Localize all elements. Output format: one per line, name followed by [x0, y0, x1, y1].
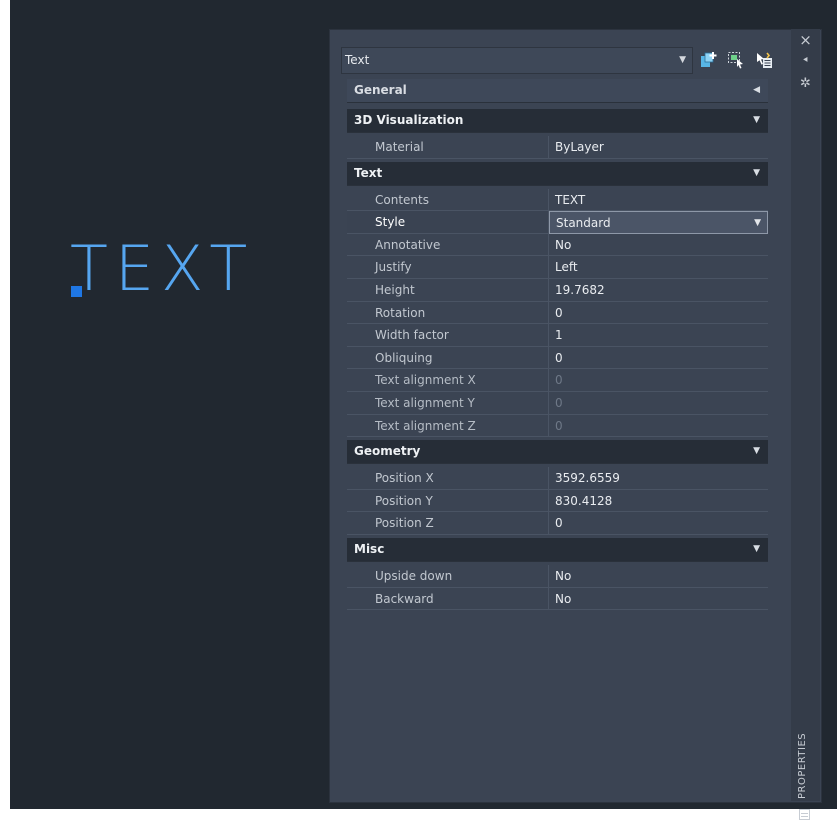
category-text[interactable]: Text ▼	[347, 161, 768, 186]
style-select[interactable]: Standard ▼	[549, 211, 768, 234]
category-label: Geometry	[354, 444, 421, 459]
chevron-down-icon: ▼	[679, 55, 686, 65]
prop-name: Contents	[347, 188, 549, 212]
category-label: Misc	[354, 541, 385, 556]
prop-value[interactable]: 0	[549, 512, 768, 535]
category-label: Text	[354, 165, 383, 180]
prop-value[interactable]: No	[549, 234, 768, 257]
prop-position-x[interactable]: Position X 3592.6559	[347, 467, 768, 490]
prop-position-z[interactable]: Position Z 0	[347, 512, 768, 535]
chevron-left-icon: ◀	[753, 85, 760, 95]
prop-name: Position Y	[347, 489, 549, 513]
prop-name: Position X	[347, 467, 549, 490]
prop-name: Height	[347, 278, 549, 302]
prop-name: Backward	[347, 587, 549, 611]
prop-name: Text alignment Z	[347, 414, 549, 438]
prop-contents[interactable]: Contents TEXT	[347, 188, 768, 212]
prop-value: 0	[549, 415, 768, 438]
object-type-select[interactable]: Text ▼	[341, 47, 693, 74]
prop-value[interactable]: ByLayer	[549, 136, 768, 159]
prop-value: Standard	[556, 216, 611, 231]
prop-value[interactable]: Left	[549, 256, 768, 279]
prop-annotative[interactable]: Annotative No	[347, 233, 768, 257]
category-general[interactable]: General ◀	[347, 79, 768, 103]
settings-icon[interactable]: ✲	[791, 76, 820, 91]
chevron-down-icon: ▼	[753, 543, 760, 554]
prop-value[interactable]: 3592.6559	[549, 467, 768, 490]
prop-value[interactable]: 830.4128	[549, 490, 768, 513]
prop-rotation[interactable]: Rotation 0	[347, 301, 768, 325]
category-misc[interactable]: Misc ▼	[347, 537, 768, 562]
category-3d-visualization[interactable]: 3D Visualization ▼	[347, 109, 768, 133]
object-type-value: Text	[345, 53, 370, 67]
prop-value[interactable]: 1	[549, 324, 768, 347]
prop-name: Annotative	[347, 233, 549, 257]
prop-name: Justify	[347, 256, 549, 279]
property-grid: General ◀ 3D Visualization ▼ Material By…	[347, 79, 768, 611]
prop-value: 0	[549, 369, 768, 392]
chevron-down-icon: ▼	[753, 115, 760, 125]
chevron-down-icon: ▼	[754, 218, 761, 229]
category-label: General	[354, 83, 407, 97]
prop-value[interactable]: 0	[549, 347, 768, 370]
prop-name: Text alignment Y	[347, 391, 549, 415]
prop-value[interactable]: No	[549, 588, 768, 611]
prop-value[interactable]: 19.7682	[549, 279, 768, 302]
prop-backward[interactable]: Backward No	[347, 587, 768, 611]
properties-icon	[799, 809, 810, 820]
category-geometry[interactable]: Geometry ▼	[347, 440, 768, 465]
insertion-grip[interactable]	[71, 286, 82, 297]
quick-select-icon[interactable]	[755, 51, 773, 69]
prop-height[interactable]: Height 19.7682	[347, 278, 768, 302]
prop-text-alignment-y: Text alignment Y 0	[347, 391, 768, 415]
chevron-down-icon: ▼	[753, 446, 760, 457]
prop-name: Rotation	[347, 301, 549, 325]
toggle-pickadd-icon[interactable]	[700, 51, 718, 69]
chevron-down-icon: ▼	[753, 167, 760, 178]
prop-width-factor[interactable]: Width factor 1	[347, 324, 768, 347]
prop-name: Material	[347, 136, 549, 159]
prop-text-alignment-x: Text alignment X 0	[347, 369, 768, 392]
palette-title-bar: × ⯇ ✲ PROPERTIES	[791, 29, 820, 820]
canvas-text-object[interactable]: TEXT	[70, 238, 254, 300]
autohide-icon[interactable]: ⯇	[791, 56, 820, 66]
prop-name: Width factor	[347, 324, 549, 347]
prop-text-alignment-z: Text alignment Z 0	[347, 414, 768, 438]
prop-value[interactable]: No	[549, 565, 768, 588]
prop-value: 0	[549, 392, 768, 415]
prop-name: Upside down	[347, 564, 549, 588]
prop-obliquing[interactable]: Obliquing 0	[347, 346, 768, 370]
prop-name: Text alignment X	[347, 369, 549, 392]
prop-name: Position Z	[347, 512, 549, 535]
palette-title: PROPERTIES	[797, 732, 808, 799]
select-objects-icon[interactable]	[727, 51, 745, 69]
prop-style[interactable]: Style Standard ▼	[347, 211, 768, 234]
prop-justify[interactable]: Justify Left	[347, 256, 768, 279]
prop-upside-down[interactable]: Upside down No	[347, 564, 768, 588]
prop-value[interactable]: 0	[549, 302, 768, 325]
prop-material[interactable]: Material ByLayer	[347, 136, 768, 159]
prop-value[interactable]: TEXT	[549, 189, 768, 212]
category-label: 3D Visualization	[354, 113, 464, 127]
prop-position-y[interactable]: Position Y 830.4128	[347, 489, 768, 513]
close-icon[interactable]: ×	[791, 31, 820, 49]
prop-name: Obliquing	[347, 346, 549, 370]
prop-name: Style	[347, 211, 549, 234]
